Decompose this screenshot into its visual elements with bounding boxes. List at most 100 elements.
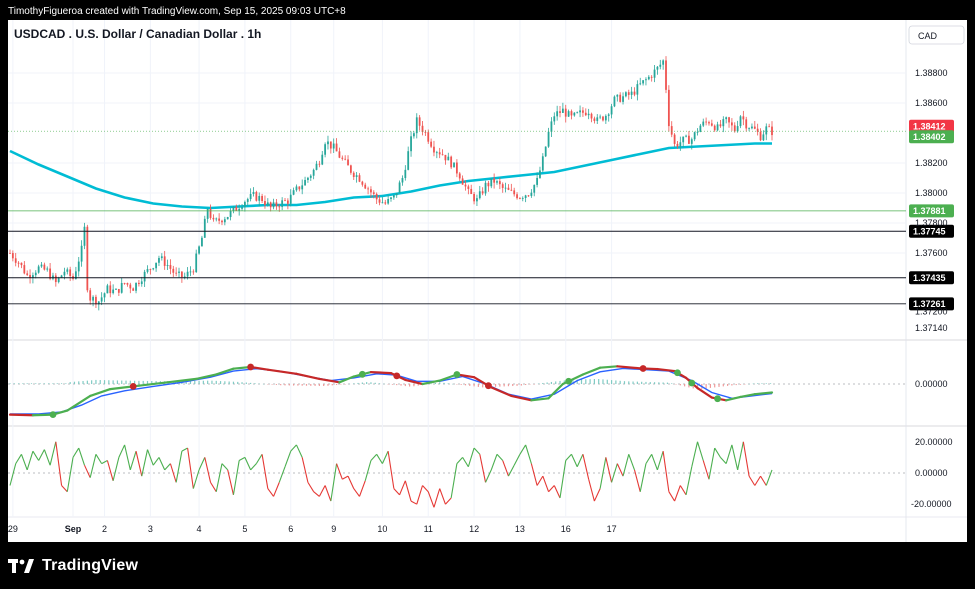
candle-body bbox=[430, 141, 433, 147]
candle-body bbox=[435, 152, 438, 154]
candle-body bbox=[106, 285, 109, 294]
candle-body bbox=[708, 122, 710, 124]
macd-histogram-bar bbox=[383, 383, 385, 385]
macd-histogram-bar bbox=[387, 384, 389, 385]
candle-body bbox=[195, 253, 198, 273]
macd-histogram-bar bbox=[662, 382, 664, 384]
macd-histogram-bar bbox=[262, 383, 265, 385]
candle-body bbox=[665, 60, 667, 90]
macd-histogram-bar bbox=[512, 384, 514, 387]
macd-histogram-bar bbox=[529, 384, 531, 385]
candle-body bbox=[318, 163, 321, 165]
candle-body bbox=[241, 207, 243, 209]
macd-histogram-bar bbox=[520, 384, 522, 386]
macd-histogram-bar bbox=[116, 380, 119, 384]
macd-histogram-bar bbox=[507, 384, 510, 387]
candle-body bbox=[129, 284, 132, 289]
time-axis-tick: Sep bbox=[65, 524, 82, 534]
candle-body bbox=[673, 134, 676, 144]
candle-body bbox=[112, 289, 115, 294]
macd-histogram-bar bbox=[305, 384, 308, 386]
candle-body bbox=[739, 116, 742, 127]
candle-body bbox=[533, 184, 536, 193]
candle-body bbox=[441, 154, 444, 156]
candle-body bbox=[304, 179, 306, 186]
macd-histogram-bar bbox=[103, 380, 106, 384]
candle-body bbox=[307, 177, 309, 180]
candle-body bbox=[286, 200, 289, 204]
candle-body bbox=[266, 202, 269, 206]
macd-histogram-bar bbox=[769, 383, 772, 384]
macd-histogram-bar bbox=[705, 384, 707, 389]
time-axis-tick: 12 bbox=[469, 524, 479, 534]
candle-body bbox=[381, 202, 384, 204]
macd-histogram-bar bbox=[602, 379, 604, 384]
macd-crossover-dot bbox=[714, 395, 721, 403]
macd-histogram-bar bbox=[17, 383, 20, 384]
macd-histogram-bar bbox=[323, 384, 325, 387]
macd-histogram-bar bbox=[447, 383, 449, 384]
candle-body bbox=[647, 76, 650, 80]
candle-body bbox=[215, 218, 218, 220]
macd-histogram-bar bbox=[297, 384, 299, 386]
candle-body bbox=[722, 119, 725, 127]
candle-body bbox=[553, 116, 556, 122]
macd-histogram-bar bbox=[112, 380, 114, 384]
candle-body bbox=[604, 115, 607, 121]
candle-body bbox=[20, 262, 23, 266]
candle-body bbox=[226, 217, 229, 220]
time-axis-tick: 16 bbox=[561, 524, 571, 534]
macd-histogram-bar bbox=[280, 384, 282, 386]
candle-body bbox=[467, 186, 470, 189]
candle-body bbox=[83, 226, 86, 246]
macd-histogram-bar bbox=[258, 383, 260, 385]
macd-histogram-bar bbox=[714, 384, 716, 388]
time-axis-tick: 5 bbox=[242, 524, 247, 534]
candle-body bbox=[418, 117, 421, 126]
time-axis-tick: 17 bbox=[607, 524, 617, 534]
candle-body bbox=[115, 289, 117, 290]
candle-body bbox=[269, 202, 272, 208]
currency-label: CAD bbox=[918, 31, 938, 41]
candle-body bbox=[519, 198, 521, 199]
candle-body bbox=[453, 162, 455, 168]
candle-body bbox=[146, 269, 149, 272]
macd-histogram-bar bbox=[293, 384, 295, 386]
macd-line-segment bbox=[8, 413, 35, 417]
candle-body bbox=[748, 128, 750, 130]
candle-body bbox=[43, 264, 46, 270]
chart-area[interactable]: 1.378811.377451.374351.372611.384121.384… bbox=[0, 20, 975, 542]
macd-histogram-bar bbox=[267, 384, 269, 385]
candle-body bbox=[358, 175, 361, 182]
candle-body bbox=[186, 271, 189, 277]
candle-body bbox=[77, 261, 80, 272]
candle-body bbox=[335, 143, 338, 152]
candle-body bbox=[138, 282, 140, 285]
candle-body bbox=[593, 118, 596, 121]
candle-body bbox=[66, 269, 69, 272]
macd-histogram-bar bbox=[610, 380, 613, 384]
time-axis-tick: 11 bbox=[424, 524, 433, 534]
price-axis-tick: 1.38800 bbox=[915, 68, 948, 78]
candle-body bbox=[289, 194, 292, 204]
macd-histogram-bar bbox=[598, 379, 600, 384]
oscillator-axis-tick: 20.00000 bbox=[915, 437, 953, 447]
candle-body bbox=[762, 134, 765, 141]
macd-histogram-bar bbox=[615, 380, 617, 384]
candle-body bbox=[17, 262, 20, 264]
candle-body bbox=[413, 133, 415, 137]
candle-body bbox=[450, 156, 453, 168]
candle-body bbox=[427, 132, 430, 142]
macd-histogram-bar bbox=[232, 381, 235, 384]
candle-body bbox=[324, 144, 327, 155]
candle-body bbox=[401, 178, 404, 183]
candle-body bbox=[284, 200, 286, 202]
candle-body bbox=[759, 131, 762, 141]
candle-body bbox=[364, 184, 367, 189]
macd-histogram-bar bbox=[709, 384, 712, 388]
tradingview-logo[interactable]: TradingView bbox=[8, 555, 138, 577]
candle-body bbox=[278, 206, 281, 208]
candle-body bbox=[484, 182, 487, 194]
candle-body bbox=[444, 154, 447, 161]
macd-histogram-bar bbox=[73, 381, 76, 384]
